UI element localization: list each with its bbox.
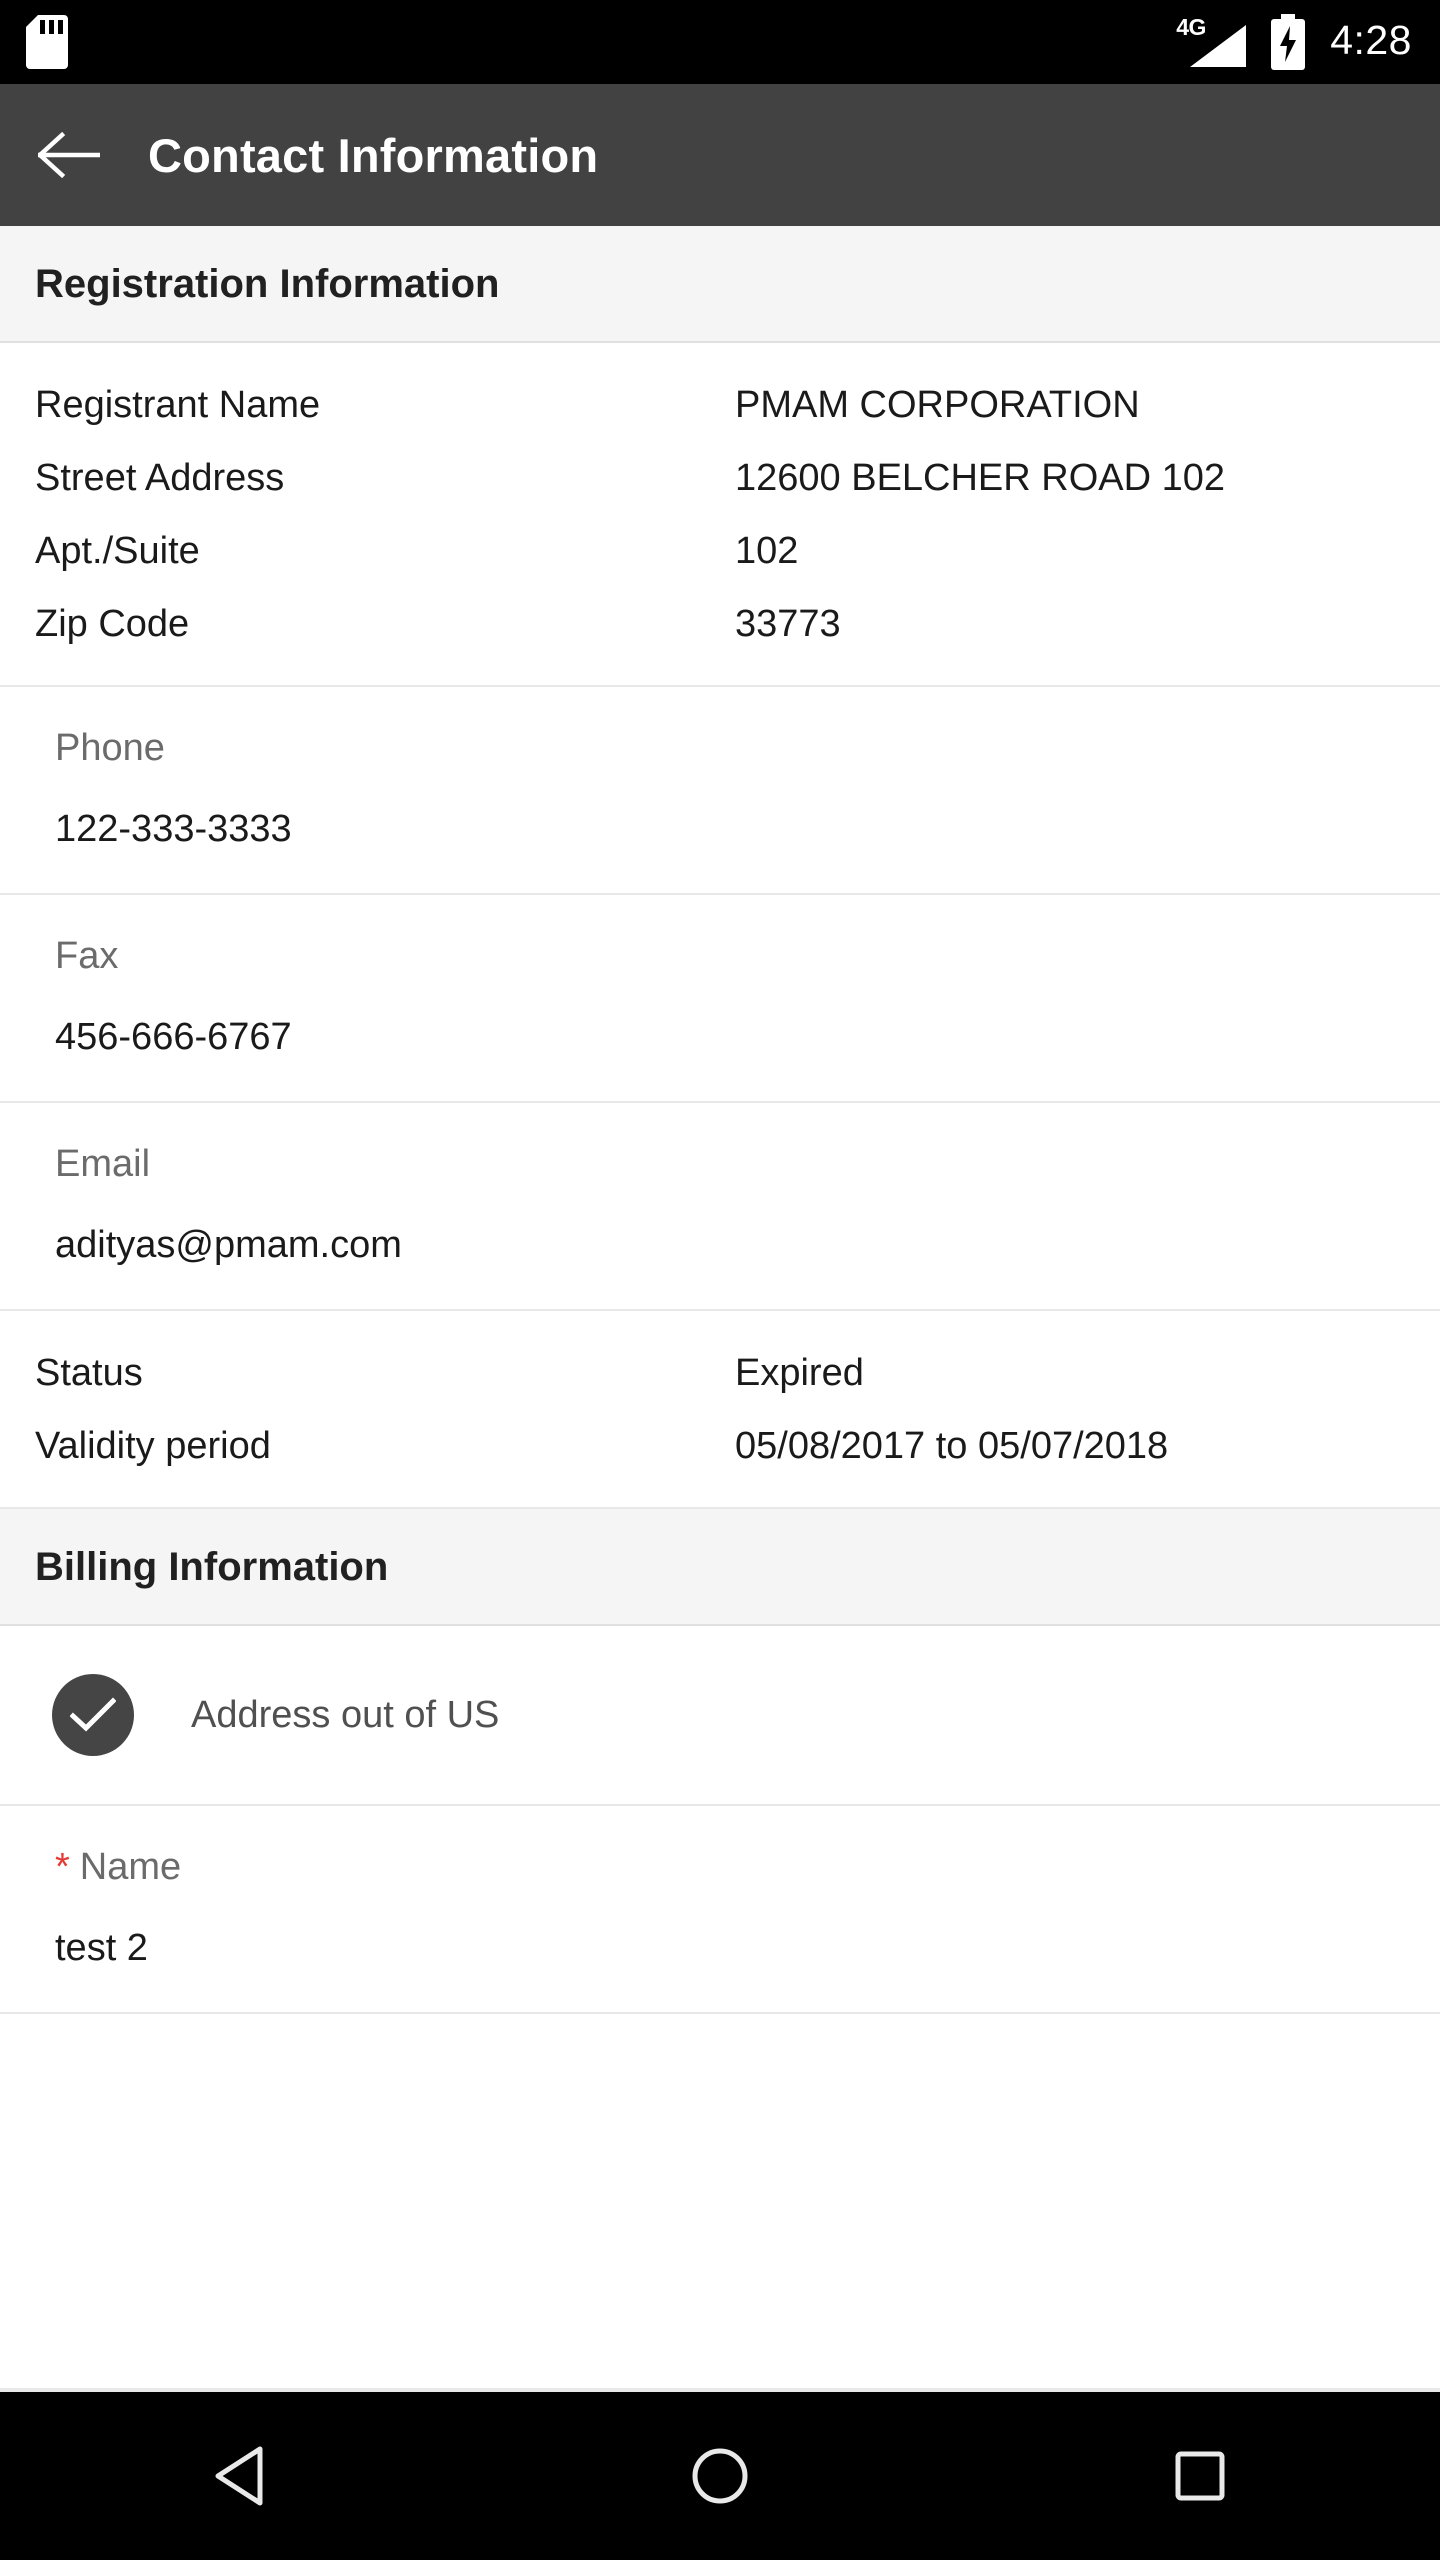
row-label: Status xyxy=(35,1352,143,1394)
billing-name-label: Name xyxy=(79,1846,182,1888)
email-field[interactable]: Email adityas@pmam.com xyxy=(0,1103,1440,1311)
back-arrow-glyph xyxy=(38,132,100,178)
address-out-of-us-label: Address out of US xyxy=(191,1693,500,1736)
table-row[interactable]: Registrant Name PMAM CORPORATION xyxy=(0,369,1440,442)
table-row[interactable]: Validity period 05/08/2017 to 05/07/2018 xyxy=(0,1410,1440,1483)
email-value: adityas@pmam.com xyxy=(55,1224,402,1266)
battery-charging-icon xyxy=(1271,14,1306,70)
sd-card-icon xyxy=(26,15,68,69)
checkmark-glyph xyxy=(70,1697,116,1732)
billing-name-value: test 2 xyxy=(55,1927,148,1969)
home-circle-icon xyxy=(692,2448,748,2504)
row-value: 05/08/2017 to 05/07/2018 xyxy=(735,1425,1169,1467)
row-value: PMAM CORPORATION xyxy=(735,384,1140,426)
row-label: Validity period xyxy=(35,1425,271,1467)
table-row[interactable]: Zip Code 33773 xyxy=(0,588,1440,661)
row-value: 102 xyxy=(735,530,799,572)
row-value: 12600 BELCHER ROAD 102 xyxy=(735,457,1226,499)
android-nav-bar xyxy=(0,2388,1440,2560)
back-triangle-icon xyxy=(215,2446,263,2506)
phone-label: Phone xyxy=(55,727,165,769)
status-bar: 4G 4:28 xyxy=(0,0,1440,84)
fax-field[interactable]: Fax 456-666-6767 xyxy=(0,895,1440,1103)
app-bar: Contact Information xyxy=(0,84,1440,226)
phone-screen: 4G 4:28 Contact Information Registration… xyxy=(0,0,1440,2560)
status-details-block: Status Expired Validity period 05/08/201… xyxy=(0,1311,1440,1509)
page-title: Contact Information xyxy=(148,128,599,182)
section-header-billing: Billing Information xyxy=(0,1509,1440,1626)
row-label: Zip Code xyxy=(35,603,190,645)
row-label: Apt./Suite xyxy=(35,530,200,572)
registration-details-block: Registrant Name PMAM CORPORATION Street … xyxy=(0,343,1440,687)
table-row[interactable]: Street Address 12600 BELCHER ROAD 102 xyxy=(0,442,1440,515)
status-bar-clock: 4:28 xyxy=(1330,17,1412,63)
fax-value: 456-666-6767 xyxy=(55,1016,292,1058)
billing-name-field[interactable]: * Name test 2 xyxy=(0,1806,1440,2014)
section-title: Billing Information xyxy=(35,1545,389,1589)
phone-field[interactable]: Phone 122-333-3333 xyxy=(0,687,1440,895)
check-icon[interactable] xyxy=(52,1674,134,1756)
row-label: Registrant Name xyxy=(35,384,321,426)
signal-bars-icon: 4G xyxy=(1174,15,1247,69)
fax-label: Fax xyxy=(55,935,119,977)
signal-triangle-icon xyxy=(1190,25,1247,67)
required-asterisk: * xyxy=(55,1846,70,1888)
row-label: Street Address xyxy=(35,457,285,499)
table-row[interactable]: Apt./Suite 102 xyxy=(0,515,1440,588)
table-row[interactable]: Status Expired xyxy=(0,1337,1440,1410)
email-label: Email xyxy=(55,1143,151,1185)
address-out-of-us-toggle[interactable]: Address out of US xyxy=(0,1626,1440,1806)
status-badge: Expired xyxy=(735,1352,864,1394)
row-value: 33773 xyxy=(735,603,841,645)
nav-home-button[interactable] xyxy=(650,2421,790,2531)
status-bar-right: 4G 4:28 xyxy=(1174,14,1412,70)
billing-name-label-wrap: * Name xyxy=(0,1840,1440,1889)
content-area: Registration Information Registrant Name… xyxy=(0,226,1440,2388)
section-header-registration: Registration Information xyxy=(0,226,1440,343)
nav-back-button[interactable] xyxy=(170,2421,310,2531)
back-arrow-icon[interactable] xyxy=(30,116,108,194)
recents-square-icon xyxy=(1175,2451,1225,2501)
nav-recents-button[interactable] xyxy=(1130,2421,1270,2531)
phone-value: 122-333-3333 xyxy=(55,808,292,850)
section-title: Registration Information xyxy=(35,262,500,306)
status-bar-left xyxy=(26,15,68,69)
